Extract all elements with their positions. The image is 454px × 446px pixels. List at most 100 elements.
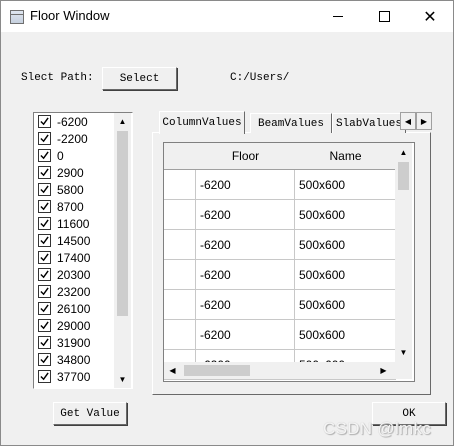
table-cell[interactable]: -6200 — [196, 290, 295, 320]
list-item-label: 0 — [57, 148, 64, 163]
checkmark-icon — [40, 287, 49, 296]
select-button[interactable]: Select — [102, 67, 177, 90]
listbox-scrollbar[interactable]: ▲ ▼ — [114, 113, 131, 388]
list-item[interactable]: 5800 — [34, 181, 114, 198]
checkbox[interactable] — [38, 370, 51, 383]
row-header-cell[interactable] — [164, 290, 196, 320]
list-item[interactable]: -6200 — [34, 113, 114, 130]
checkbox[interactable] — [38, 217, 51, 230]
table-hscroll[interactable]: ◀ ▶ — [164, 362, 392, 379]
column-header[interactable]: Floor — [196, 143, 296, 170]
minimize-button[interactable] — [315, 1, 361, 32]
app-window-icon — [10, 10, 24, 24]
list-item[interactable]: 17400 — [34, 249, 114, 266]
row-header-cell[interactable] — [164, 260, 196, 290]
table-scroll-left-arrow-icon[interactable]: ◀ — [164, 362, 181, 379]
list-item[interactable]: 8700 — [34, 198, 114, 215]
list-item[interactable]: -2200 — [34, 130, 114, 147]
checkmark-icon — [40, 117, 49, 126]
maximize-button[interactable] — [361, 1, 407, 32]
list-item[interactable]: 11600 — [34, 215, 114, 232]
table-vscroll-thumb[interactable] — [398, 162, 409, 190]
watermark-text: CSDN @lmkc — [323, 419, 432, 438]
checkbox[interactable] — [38, 336, 51, 349]
title-bar: Floor Window ✕ — [1, 1, 453, 32]
list-item[interactable]: 20300 — [34, 266, 114, 283]
table-cell[interactable]: 500x600 — [295, 320, 396, 350]
scroll-corner — [392, 362, 412, 379]
checkbox[interactable] — [38, 234, 51, 247]
list-item-label: 26100 — [57, 301, 91, 316]
table-cell[interactable]: -6200 — [196, 200, 295, 230]
checkbox[interactable] — [38, 319, 51, 332]
table-cell[interactable]: -6200 — [196, 170, 295, 200]
close-button[interactable]: ✕ — [407, 1, 453, 32]
list-item-label: 14500 — [57, 233, 91, 248]
right-arrow-icon[interactable]: ▶ — [416, 112, 432, 130]
row-header-cell[interactable] — [164, 200, 196, 230]
table-cell[interactable]: 500x600 — [295, 200, 396, 230]
table-cell[interactable]: 500x600 — [295, 230, 396, 260]
checkbox[interactable] — [38, 166, 51, 179]
list-item[interactable]: 0 — [34, 147, 114, 164]
checkbox[interactable] — [38, 268, 51, 281]
list-item[interactable]: 37700 — [34, 368, 114, 385]
list-item[interactable]: 34800 — [34, 351, 114, 368]
tab-column-values[interactable]: ColumnValues — [159, 111, 245, 134]
checkmark-icon — [40, 185, 49, 194]
checkmark-icon — [40, 219, 49, 228]
list-item[interactable]: 2900 — [34, 164, 114, 181]
values-table[interactable]: Floor Name -6200 500x600 -6200 500x600 -6200 50… — [163, 142, 415, 382]
table-cell[interactable]: -6200 — [196, 230, 295, 260]
checkbox[interactable] — [38, 132, 51, 145]
list-item-label: 37700 — [57, 369, 91, 384]
floor-listbox[interactable]: -6200 -2200 0 2900 5800 8700 11600 14500 17400 20… — [33, 112, 133, 389]
table-cell[interactable]: -6200 — [196, 260, 295, 290]
table-cell[interactable]: -6200 — [196, 320, 295, 350]
list-item[interactable]: 26100 — [34, 300, 114, 317]
list-item-label: 17400 — [57, 250, 91, 265]
scroll-up-arrow-icon[interactable]: ▲ — [114, 113, 131, 130]
left-arrow-icon[interactable]: ◀ — [400, 112, 416, 130]
close-icon: ✕ — [423, 6, 437, 26]
list-item[interactable]: 14500 — [34, 232, 114, 249]
list-item-label: 5800 — [57, 182, 84, 197]
table-scroll-up-arrow-icon[interactable]: ▲ — [395, 144, 412, 161]
checkbox[interactable] — [38, 285, 51, 298]
checkbox[interactable] — [38, 183, 51, 196]
list-item-label: 11600 — [57, 216, 90, 231]
table-cell[interactable]: 500x600 — [295, 290, 396, 320]
row-header-cell[interactable] — [164, 230, 196, 260]
scroll-down-arrow-icon[interactable]: ▼ — [114, 371, 131, 388]
list-item-label: 8700 — [57, 199, 84, 214]
checkbox[interactable] — [38, 115, 51, 128]
table-cell[interactable]: 500x600 — [295, 170, 396, 200]
checkbox[interactable] — [38, 200, 51, 213]
row-header-cell[interactable] — [164, 320, 196, 350]
minimize-icon — [333, 16, 343, 17]
list-item[interactable]: 23200 — [34, 283, 114, 300]
table-vscroll[interactable]: ▲ ▼ — [395, 143, 412, 362]
listbox-scroll-thumb[interactable] — [117, 131, 128, 316]
get-value-button[interactable]: Get Value — [53, 402, 127, 425]
column-header[interactable]: Name — [295, 143, 397, 170]
table-hscroll-thumb[interactable] — [184, 365, 250, 376]
list-item-label: 31900 — [57, 335, 91, 350]
path-value: C:/Users/ — [230, 72, 290, 84]
floor-list: -6200 -2200 0 2900 5800 8700 11600 14500 17400 20… — [34, 113, 114, 385]
checkbox[interactable] — [38, 353, 51, 366]
row-header-cell[interactable] — [164, 170, 196, 200]
checkbox[interactable] — [38, 251, 51, 264]
table-scroll-right-arrow-icon[interactable]: ▶ — [375, 362, 392, 379]
table-cell[interactable]: 500x600 — [295, 260, 396, 290]
checkbox[interactable] — [38, 149, 51, 162]
checkmark-icon — [40, 202, 49, 211]
checkmark-icon — [40, 355, 49, 364]
checkbox[interactable] — [38, 302, 51, 315]
table-scroll-down-arrow-icon[interactable]: ▼ — [395, 344, 412, 361]
list-item[interactable]: 31900 — [34, 334, 114, 351]
tab-beam-values[interactable]: BeamValues — [250, 113, 332, 133]
tab-slab-values[interactable]: SlabValues — [332, 113, 406, 133]
list-item-label: 23200 — [57, 284, 91, 299]
list-item[interactable]: 29000 — [34, 317, 114, 334]
